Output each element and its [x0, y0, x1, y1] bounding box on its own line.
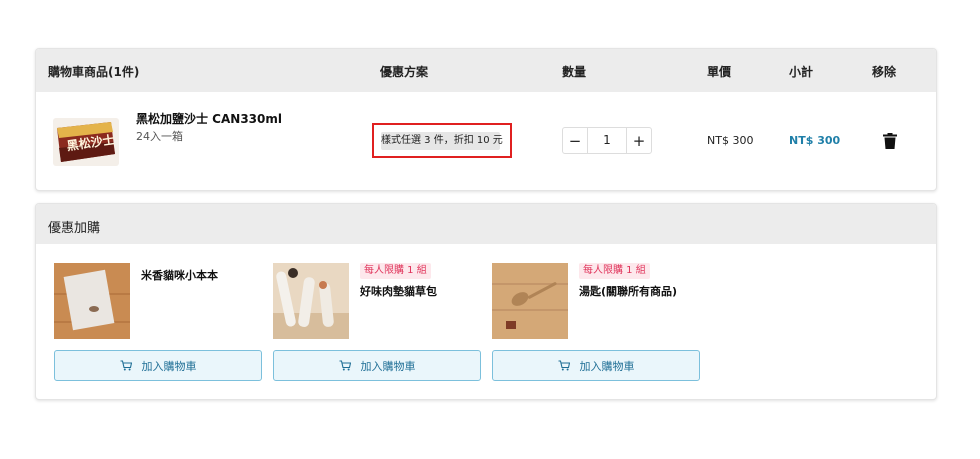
cart-table: 購物車商品(1件) 優惠方案 數量 單價 小計 移除 黑松沙士 黑松加鹽沙士 C… [35, 48, 937, 191]
header-product: 購物車商品(1件) [48, 65, 140, 79]
header-unit-price: 單價 [707, 65, 732, 79]
decrement-button[interactable]: − [563, 128, 587, 153]
header-remove: 移除 [872, 65, 897, 79]
addon-item: 每人限購 1 組 湯匙(關聯所有商品) 加入購物車 [492, 263, 702, 383]
addon-item-image[interactable] [273, 263, 349, 339]
product-spec: 24入一箱 [136, 130, 183, 143]
addon-item-image[interactable] [54, 263, 130, 339]
addon-title: 優惠加購 [48, 221, 101, 236]
add-to-cart-button[interactable]: 加入購物車 [54, 350, 262, 381]
addon-item: 每人限購 1 組 好味肉墊貓草包 加入購物車 [273, 263, 483, 383]
unit-price: NT$ 300 [707, 134, 754, 147]
addon-header: 優惠加購 [36, 204, 936, 244]
increment-button[interactable]: + [627, 128, 651, 153]
header-quantity: 數量 [562, 65, 587, 79]
cart-row: 黑松沙士 黑松加鹽沙士 CAN330ml 24入一箱 樣式任選 3 件，折扣 1… [36, 92, 936, 190]
add-to-cart-label: 加入購物車 [579, 359, 635, 373]
cart-table-header: 購物車商品(1件) 優惠方案 數量 單價 小計 移除 [36, 49, 936, 92]
product-thumbnail[interactable]: 黑松沙士 [53, 118, 119, 166]
cart-icon [120, 360, 132, 371]
quantity-stepper: − 1 + [562, 127, 652, 154]
purchase-limit-badge: 每人限購 1 組 [360, 263, 431, 279]
add-to-cart-button[interactable]: 加入購物車 [273, 350, 481, 381]
promo-tag[interactable]: 樣式任選 3 件，折扣 10 元 [381, 132, 503, 150]
addon-section: 優惠加購 米香貓咪小本本 加入購物車 每人限購 1 組 好味肉墊貓草包 加入購物… [35, 203, 937, 400]
product-name[interactable]: 黑松加鹽沙士 CAN330ml [136, 110, 282, 127]
header-promo: 優惠方案 [380, 65, 429, 79]
addon-item-name[interactable]: 米香貓咪小本本 [141, 267, 218, 283]
add-to-cart-button[interactable]: 加入購物車 [492, 350, 700, 381]
add-to-cart-label: 加入購物車 [360, 359, 416, 373]
addon-item: 米香貓咪小本本 加入購物車 [54, 263, 264, 383]
subtotal-price: NT$ 300 [789, 134, 841, 147]
quantity-input[interactable]: 1 [587, 128, 627, 153]
promo-highlight: 樣式任選 3 件，折扣 10 元 [372, 123, 512, 158]
addon-item-name[interactable]: 好味肉墊貓草包 [360, 283, 437, 299]
cart-icon [558, 360, 570, 371]
add-to-cart-label: 加入購物車 [141, 359, 197, 373]
purchase-limit-badge: 每人限購 1 組 [579, 263, 650, 279]
trash-icon[interactable] [883, 133, 897, 149]
cart-icon [339, 360, 351, 371]
addon-item-name[interactable]: 湯匙(關聯所有商品) [579, 283, 677, 299]
header-subtotal: 小計 [789, 65, 814, 79]
addon-item-image[interactable] [492, 263, 568, 339]
